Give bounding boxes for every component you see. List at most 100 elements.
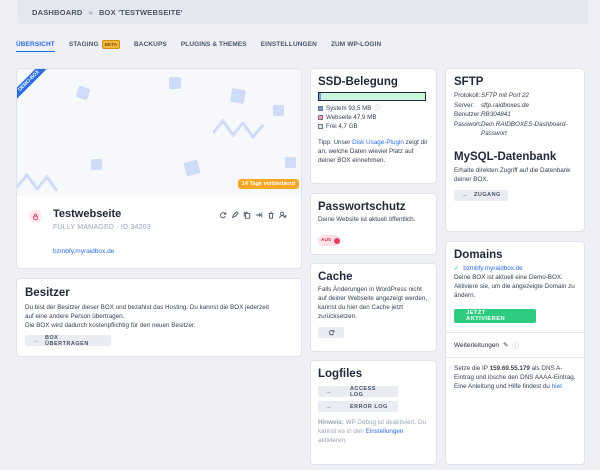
arrow-right-icon: →	[326, 403, 332, 410]
move-icon[interactable]	[255, 211, 263, 219]
legend-swatch	[318, 115, 323, 120]
sftp-row: Passwort: Dein RAIDBOXES-Dashboard-Passwo…	[454, 120, 568, 138]
legend-swatch	[318, 106, 323, 111]
decor-zigzag	[17, 172, 59, 192]
owner-card: Besitzer Du bist der Besitzer dieser BOX…	[16, 278, 302, 357]
box-subtitle: FULLY MANAGED · ID 34203	[53, 224, 151, 231]
breadcrumb-separator: »	[88, 7, 93, 17]
database-access-button[interactable]: → ZUGANG	[454, 189, 508, 201]
owner-title: Besitzer	[25, 287, 70, 299]
password-toggle[interactable]: AUS	[318, 235, 341, 246]
activate-now-button[interactable]: JETZT AKTIVIEREN	[454, 309, 536, 323]
mysql-description: Erhalte direkten Zugriff auf die Datenba…	[454, 166, 571, 183]
decor-zigzag	[213, 118, 265, 140]
decor-shape	[91, 159, 102, 170]
sftp-row: Server: sftp.raidboxes.de	[454, 101, 529, 109]
add-user-icon[interactable]	[279, 211, 287, 219]
password-title: Passwortschutz	[318, 201, 406, 213]
disk-usage-plugin-link[interactable]: Disk Usage-Plugin	[352, 139, 404, 146]
password-protection-card: Passwortschutz Deine Website ist aktuell…	[310, 193, 437, 255]
mysql-title: MySQL-Datenbank	[454, 150, 557, 163]
redirects-label: Weiterleitungen	[454, 341, 500, 349]
tab-settings[interactable]: EINSTELLUNGEN	[261, 40, 317, 52]
check-icon: ✓	[454, 265, 460, 272]
help-link[interactable]: hier	[552, 383, 562, 390]
edit-icon[interactable]	[231, 211, 239, 219]
legend-free: Frei 4,7 GB	[318, 122, 429, 131]
transfer-box-button[interactable]: → BOX ÜBERTRAGEN	[25, 335, 111, 347]
legend-website: Webseite 47,9 MB	[318, 113, 429, 122]
sftp-row: Protokoll: SFTP mit Port 22	[454, 92, 530, 99]
owner-description: Du bist der Besitzer dieser BOX und beza…	[25, 304, 269, 329]
demo-box-ribbon: DEMO-BOX	[17, 69, 54, 106]
tab-overview[interactable]: ÜBERSICHT	[16, 40, 55, 52]
box-actions	[219, 211, 287, 219]
breadcrumb-dashboard[interactable]: DASHBOARD	[32, 8, 83, 17]
sftp-credentials: Protokoll: SFTP mit Port 22 Server: sftp.r…	[454, 91, 576, 139]
tab-plugins-themes[interactable]: PLUGINS & THEMES	[181, 40, 247, 52]
ssd-usage-bar	[318, 92, 426, 101]
domains-card: Domains ✓ bzmbfy.myraidbox.de Deine BOX …	[445, 241, 585, 465]
tab-staging[interactable]: STAGING BETA	[69, 40, 120, 52]
box-preview: DEMO-BOX 14 Tage verbleibend	[17, 69, 301, 196]
ssd-tip: Tipp: Unser Disk Usage-Plugin zeigt dir …	[318, 139, 428, 164]
arrow-right-icon: →	[33, 337, 39, 344]
ssd-legend: System 93,5 MB ⓘ Webseite 47,9 MB Frei 4,…	[318, 104, 429, 131]
box-card: DEMO-BOX 14 Tage verbleibend Testwebseit…	[16, 68, 302, 269]
error-log-button[interactable]: → ERROR LOG	[318, 401, 398, 412]
decor-shape	[229, 87, 247, 105]
refresh-icon[interactable]	[219, 211, 227, 219]
box-name: Testwebseite	[53, 208, 122, 220]
domains-description: Deine BOX ist aktuell eine Demo-BOX. Akt…	[454, 274, 575, 299]
legend-system: System 93,5 MB ⓘ	[318, 104, 429, 113]
domains-title: Domains	[454, 249, 503, 261]
cache-description: Falls Änderungen in WordPress nicht auf …	[318, 286, 428, 320]
box-url-link[interactable]: bzmbfy.myraidbox.de	[53, 248, 114, 255]
beta-badge: BETA	[101, 40, 120, 49]
arrow-right-icon: →	[326, 388, 332, 395]
settings-link[interactable]: Einstellungen	[366, 428, 404, 435]
ip-address: 159.69.55.179	[489, 365, 530, 372]
breadcrumb-current: BOX 'TESTWEBSEITE'	[98, 7, 183, 17]
decor-shape	[273, 105, 284, 116]
cache-title: Cache	[318, 271, 353, 283]
dns-instructions: Setze die IP 159.69.55.179 als DNS A-Ein…	[454, 365, 576, 390]
redirects-row: Weiterleitungen ✎ ⓘ	[454, 340, 576, 351]
divider	[446, 332, 584, 333]
access-log-button[interactable]: → ACCESS LOG	[318, 386, 398, 398]
reset-cache-button[interactable]	[318, 327, 344, 338]
breadcrumb: DASHBOARD » BOX 'TESTWEBSEITE'	[18, 0, 588, 24]
domain-entry: ✓ bzmbfy.myraidbox.de	[454, 265, 576, 272]
cache-card: Cache Falls Änderungen in WordPress nich…	[310, 263, 437, 352]
password-status-text: Deine Website ist aktuell öffentlich.	[318, 216, 416, 223]
tab-backups[interactable]: BACKUPS	[134, 40, 167, 52]
ssd-used-fill	[319, 93, 322, 100]
refresh-icon	[328, 330, 334, 336]
decor-shape	[285, 157, 296, 168]
logfiles-card: Logfiles → ACCESS LOG → ERROR LOG Hinweis:…	[310, 360, 437, 465]
tab-bar: ÜBERSICHT STAGING BETA BACKUPS PLUGINS & …	[16, 40, 381, 52]
sftp-title: SFTP	[454, 76, 484, 88]
decor-shape	[183, 159, 201, 177]
trial-remaining-badge: 14 Tage verbleibend	[237, 179, 299, 189]
logfiles-hint: Hinweis: WP Debug ist deaktiviert. Du ka…	[318, 419, 427, 444]
ssd-usage-card: SSD-Belegung System 93,5 MB ⓘ Webseite 47…	[310, 68, 437, 184]
sftp-row: Benutzer: RB304841	[454, 111, 511, 118]
ssd-title: SSD-Belegung	[318, 76, 398, 88]
copy-icon[interactable]	[243, 211, 251, 219]
edit-icon[interactable]: ✎	[503, 341, 508, 349]
box-status-icon	[29, 210, 42, 223]
info-icon[interactable]: ⓘ	[374, 104, 380, 113]
domain-link[interactable]: bzmbfy.myraidbox.de	[463, 265, 522, 272]
toggle-knob	[334, 237, 341, 244]
arrow-right-icon: →	[462, 192, 468, 198]
decor-shape	[75, 85, 91, 101]
legend-swatch	[318, 124, 323, 129]
trash-icon[interactable]	[267, 211, 275, 219]
divider	[446, 357, 584, 358]
decor-shape	[169, 77, 181, 89]
info-icon[interactable]: ⓘ	[513, 340, 520, 350]
sftp-card: SFTP Protokoll: SFTP mit Port 22 Server: s…	[445, 68, 585, 232]
tab-wp-login[interactable]: ZUM WP-LOGIN	[331, 40, 381, 52]
logfiles-title: Logfiles	[318, 368, 363, 380]
